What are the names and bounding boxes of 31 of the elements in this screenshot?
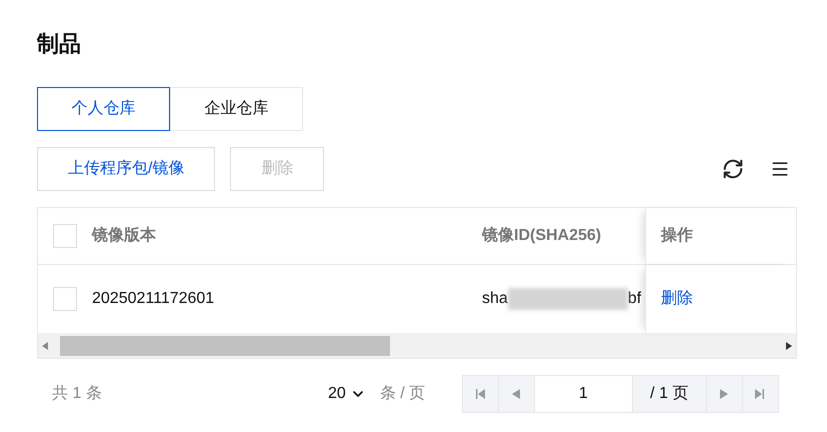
- table-cell-text: 20250211172601: [92, 289, 214, 309]
- page-input[interactable]: 1: [534, 375, 633, 413]
- horizontal-scrollbar[interactable]: [38, 333, 796, 358]
- upload-button[interactable]: 上传程序包/镜像: [37, 147, 216, 191]
- first-page-button[interactable]: [462, 375, 499, 413]
- tab[interactable]: 企业仓库: [170, 87, 303, 131]
- column-header: 镜像ID(SHA256): [482, 225, 602, 246]
- next-page-icon: [720, 389, 728, 399]
- column-header: 镜像版本: [92, 225, 156, 246]
- first-page-icon: [475, 389, 486, 399]
- previous-page-button[interactable]: [498, 375, 535, 413]
- next-page-button[interactable]: [706, 375, 743, 413]
- page-size-select[interactable]: 20: [328, 382, 366, 406]
- tab[interactable]: 个人仓库: [37, 87, 170, 131]
- delete-link[interactable]: 删除: [661, 287, 693, 311]
- table-cell-text: sha: [482, 289, 508, 309]
- scroll-left-icon[interactable]: [42, 342, 48, 350]
- page-size-unit: 条 / 页: [380, 384, 426, 404]
- last-page-button[interactable]: [742, 375, 779, 413]
- scrollbar-thumb[interactable]: [60, 336, 390, 356]
- previous-page-icon: [512, 389, 520, 399]
- page-total: / 1 页: [632, 375, 707, 413]
- checkbox[interactable]: [53, 224, 77, 248]
- table-cell-text: bf: [628, 289, 642, 309]
- checkbox[interactable]: [53, 287, 77, 311]
- last-page-icon: [755, 389, 766, 399]
- column-header: 操作: [661, 226, 693, 246]
- scroll-right-icon[interactable]: [786, 342, 792, 350]
- refresh-icon[interactable]: [722, 158, 744, 180]
- total-count: 共 1 条: [52, 384, 103, 404]
- page-title: 制品: [37, 30, 82, 58]
